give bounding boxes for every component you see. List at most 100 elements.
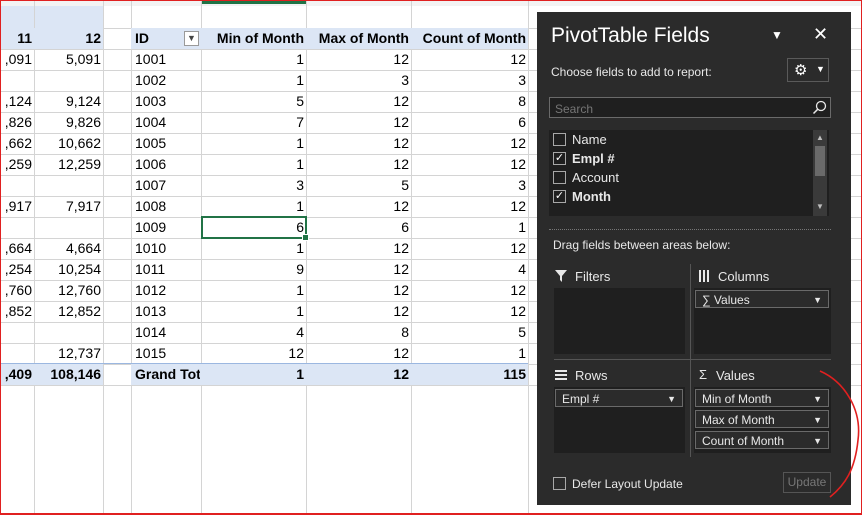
pivot-cell-min[interactable]: 5	[202, 91, 304, 112]
pivot-cell-max[interactable]: 12	[307, 238, 409, 259]
pivot-cell-min[interactable]: 7	[202, 112, 304, 133]
pivot-cell-id[interactable]: 1001	[135, 49, 200, 70]
active-cell-selection[interactable]	[201, 216, 307, 239]
chevron-down-icon[interactable]: ▼	[813, 432, 822, 450]
left-cell-12[interactable]	[35, 70, 101, 91]
pivot-cell-count[interactable]: 12	[412, 133, 526, 154]
filter-dropdown-button[interactable]: ▼	[184, 31, 199, 46]
values-count-chip[interactable]: Count of Month ▼	[695, 431, 829, 449]
chevron-down-icon[interactable]: ▼	[667, 390, 676, 408]
field-item[interactable]: Name	[553, 130, 607, 149]
pivot-cell-count[interactable]: 4	[412, 259, 526, 280]
chevron-down-icon[interactable]: ▼	[813, 411, 822, 429]
field-checkbox[interactable]: ✓	[553, 190, 566, 204]
left-cell-12[interactable]: 12,852	[35, 301, 101, 322]
pivot-cell-max[interactable]: 8	[307, 322, 409, 343]
scroll-down-icon[interactable]: ▼	[815, 202, 825, 212]
pivot-cell-count[interactable]: 12	[412, 196, 526, 217]
pivot-cell-count[interactable]: 5	[412, 322, 526, 343]
pivot-cell-id[interactable]: 1003	[135, 91, 200, 112]
field-item[interactable]: ✓ Month	[553, 187, 611, 206]
scroll-thumb[interactable]	[815, 146, 825, 176]
pivot-cell-id[interactable]: 1012	[135, 280, 200, 301]
pivot-cell-min[interactable]: 12	[202, 343, 304, 364]
defer-layout-checkbox[interactable]	[553, 477, 566, 490]
field-list[interactable]: Name ✓ Empl # Account ✓ Month ▲ ▼	[549, 130, 829, 216]
pivot-header-count[interactable]: Count of Month	[412, 28, 526, 49]
field-item[interactable]: ✓ Empl #	[553, 149, 615, 168]
field-checkbox[interactable]: ✓	[553, 152, 566, 166]
pivot-cell-max[interactable]: 12	[307, 343, 409, 364]
left-cell-11[interactable]: ,826	[0, 112, 32, 133]
pivot-cell-id[interactable]: 1015	[135, 343, 200, 364]
pivot-total-label[interactable]: Grand Tot	[135, 364, 200, 385]
pivot-cell-id[interactable]: 1006	[135, 154, 200, 175]
left-total-11[interactable]: ,409	[0, 364, 32, 385]
chevron-down-icon[interactable]: ▼	[813, 291, 822, 309]
values-max-chip[interactable]: Max of Month ▼	[695, 410, 829, 428]
search-box[interactable]	[549, 97, 831, 118]
left-cell-11[interactable]: ,254	[0, 259, 32, 280]
left-cell-11[interactable]	[0, 322, 32, 343]
pivot-cell-max[interactable]: 12	[307, 112, 409, 133]
pivot-cell-count[interactable]: 1	[412, 343, 526, 364]
search-input[interactable]	[553, 99, 807, 118]
pivot-cell-min[interactable]: 1	[202, 70, 304, 91]
left-total-12[interactable]: 108,146	[35, 364, 101, 385]
pivot-cell-min[interactable]: 4	[202, 322, 304, 343]
left-cell-12[interactable]: 9,826	[35, 112, 101, 133]
pivot-cell-min[interactable]: 1	[202, 133, 304, 154]
pivot-cell-max[interactable]: 3	[307, 70, 409, 91]
left-header-12[interactable]: 12	[35, 28, 101, 49]
left-cell-11[interactable]: ,091	[0, 49, 32, 70]
pivot-header-id[interactable]: ID	[135, 28, 185, 49]
pivot-cell-max[interactable]: 12	[307, 49, 409, 70]
columns-values-chip[interactable]: ∑ Values ▼	[695, 290, 829, 308]
left-cell-12[interactable]: 7,917	[35, 196, 101, 217]
pivot-total-max[interactable]: 12	[307, 364, 409, 385]
left-cell-11[interactable]: ,124	[0, 91, 32, 112]
scroll-up-icon[interactable]: ▲	[815, 133, 825, 143]
left-cell-12[interactable]: 4,664	[35, 238, 101, 259]
rows-empl-chip[interactable]: Empl # ▼	[555, 389, 683, 407]
pivot-cell-max[interactable]: 12	[307, 280, 409, 301]
pivot-cell-id[interactable]: 1008	[135, 196, 200, 217]
pivot-cell-id[interactable]: 1007	[135, 175, 200, 196]
pivot-cell-min[interactable]: 9	[202, 259, 304, 280]
chevron-down-icon[interactable]: ▼	[813, 390, 822, 408]
pivot-cell-min[interactable]: 3	[202, 175, 304, 196]
pane-options-chevron-icon[interactable]: ▼	[771, 28, 783, 42]
pivot-cell-max[interactable]: 12	[307, 154, 409, 175]
field-item[interactable]: Account	[553, 168, 619, 187]
left-cell-11[interactable]: ,259	[0, 154, 32, 175]
pivot-cell-max[interactable]: 12	[307, 196, 409, 217]
pivot-cell-count[interactable]: 12	[412, 301, 526, 322]
pivot-cell-id[interactable]: 1013	[135, 301, 200, 322]
left-cell-12[interactable]	[35, 175, 101, 196]
left-cell-11[interactable]: ,664	[0, 238, 32, 259]
pivot-cell-min[interactable]: 1	[202, 154, 304, 175]
pivot-cell-count[interactable]: 12	[412, 154, 526, 175]
pivot-cell-count[interactable]: 8	[412, 91, 526, 112]
left-cell-12[interactable]: 10,254	[35, 259, 101, 280]
field-checkbox[interactable]	[553, 133, 566, 147]
left-cell-12[interactable]: 10,662	[35, 133, 101, 154]
pivot-cell-min[interactable]: 1	[202, 280, 304, 301]
pivot-cell-id[interactable]: 1009	[135, 217, 200, 238]
pivot-cell-id[interactable]: 1011	[135, 259, 200, 280]
pivot-cell-count[interactable]: 1	[412, 217, 526, 238]
values-min-chip[interactable]: Min of Month ▼	[695, 389, 829, 407]
pivot-cell-min[interactable]: 1	[202, 49, 304, 70]
pivot-cell-id[interactable]: 1010	[135, 238, 200, 259]
pivot-cell-max[interactable]: 12	[307, 91, 409, 112]
left-cell-11[interactable]	[0, 343, 32, 364]
left-cell-12[interactable]	[35, 217, 101, 238]
pivot-cell-min[interactable]: 1	[202, 301, 304, 322]
close-icon[interactable]: ✕	[813, 24, 828, 45]
left-cell-11[interactable]	[0, 70, 32, 91]
pivot-cell-max[interactable]: 5	[307, 175, 409, 196]
pivot-cell-count[interactable]: 3	[412, 175, 526, 196]
pivot-cell-count[interactable]: 12	[412, 280, 526, 301]
left-cell-12[interactable]: 5,091	[35, 49, 101, 70]
pivot-cell-min[interactable]: 1	[202, 196, 304, 217]
